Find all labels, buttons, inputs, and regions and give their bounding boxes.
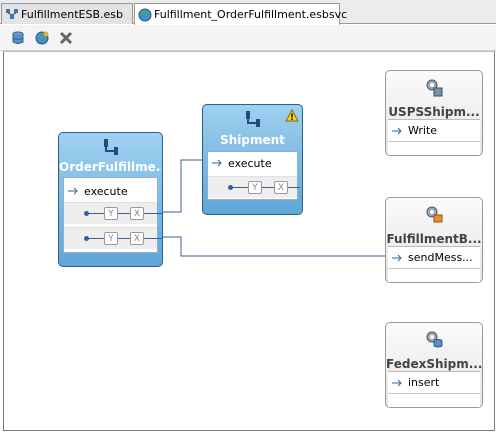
router-operations: execute Y X Y X [63,177,162,253]
db-adapter-icon [426,331,443,348]
filter-icon[interactable]: Y [248,181,262,194]
operation-sendmessage[interactable]: sendMess... [388,247,480,269]
route-line [232,187,300,188]
router-title: Shipment [220,133,285,147]
operation-label: Write [408,124,438,137]
file-adapter-icon [426,79,443,97]
editor-tab-bar: FulfillmentESB.esb Fulfillment_OrderFulf… [0,0,496,25]
diagram-toolbar [0,25,496,51]
arrow-right-icon [392,127,402,135]
operation-execute[interactable]: execute [208,152,297,174]
operation-write[interactable]: Write [388,120,480,142]
routing-rule-1[interactable]: Y X [208,176,300,198]
adapter-operations: sendMess... [388,246,480,282]
route-line [88,213,162,214]
adapter-title: USPSShipm... [388,105,480,119]
database-icon[interactable] [10,30,26,46]
routing-service-icon [246,111,260,127]
router-shipment[interactable]: Shipment execute Y X [202,104,303,215]
globe-icon[interactable] [34,30,50,46]
operation-execute[interactable]: execute [64,180,157,202]
tab-order-fulfillment-esbsvc[interactable]: Fulfillment_OrderFulfillment.esbsvc [134,3,347,25]
route-line [88,238,162,239]
transform-icon[interactable]: X [130,207,144,220]
filter-icon[interactable]: Y [104,232,118,245]
tab-label: FulfillmentESB.esb [21,7,124,21]
adapter-title: FedexShipm... [386,357,482,371]
transform-icon[interactable]: X [130,232,144,245]
adapter-uspsshipment[interactable]: USPSShipm... Write [385,70,483,156]
adapter-fulfillmentb[interactable]: FulfillmentB... sendMess... [385,197,483,283]
arrow-right-icon [392,379,402,387]
filter-icon[interactable]: Y [104,207,118,220]
operation-label: sendMess... [408,251,473,264]
arrow-right-icon [68,187,78,195]
router-orderfulfillment[interactable]: OrderFulfillme... execute Y X Y X [58,132,163,267]
routing-rule-2[interactable]: Y X [64,227,162,249]
transform-icon[interactable]: X [274,181,288,194]
router-operations: execute Y X [207,151,300,200]
arrow-right-icon [212,159,222,167]
operation-label: execute [228,156,272,170]
globe-icon [138,8,152,21]
operation-label: insert [408,376,440,389]
routing-service-icon [104,139,118,155]
adapter-operations: Write [388,119,480,155]
esb-project-icon [6,9,18,19]
operation-insert[interactable]: insert [388,372,480,394]
warning-icon [285,109,299,122]
router-title: OrderFulfillme... [59,160,162,174]
adapter-operations: insert [388,371,480,407]
arrow-right-icon [392,254,402,262]
tab-fulfillment-esb[interactable]: FulfillmentESB.esb [1,3,133,24]
routing-rule-1[interactable]: Y X [64,202,162,224]
operation-label: execute [84,184,128,198]
esb-editor-window: FulfillmentESB.esb Fulfillment_OrderFulf… [0,0,496,432]
tab-label: Fulfillment_OrderFulfillment.esbsvc [154,8,348,21]
adapter-fedexshipment[interactable]: FedexShipm... insert [385,322,483,408]
delete-x-icon[interactable] [58,30,74,46]
jms-adapter-icon [426,206,443,223]
adapter-title: FulfillmentB... [386,232,482,246]
